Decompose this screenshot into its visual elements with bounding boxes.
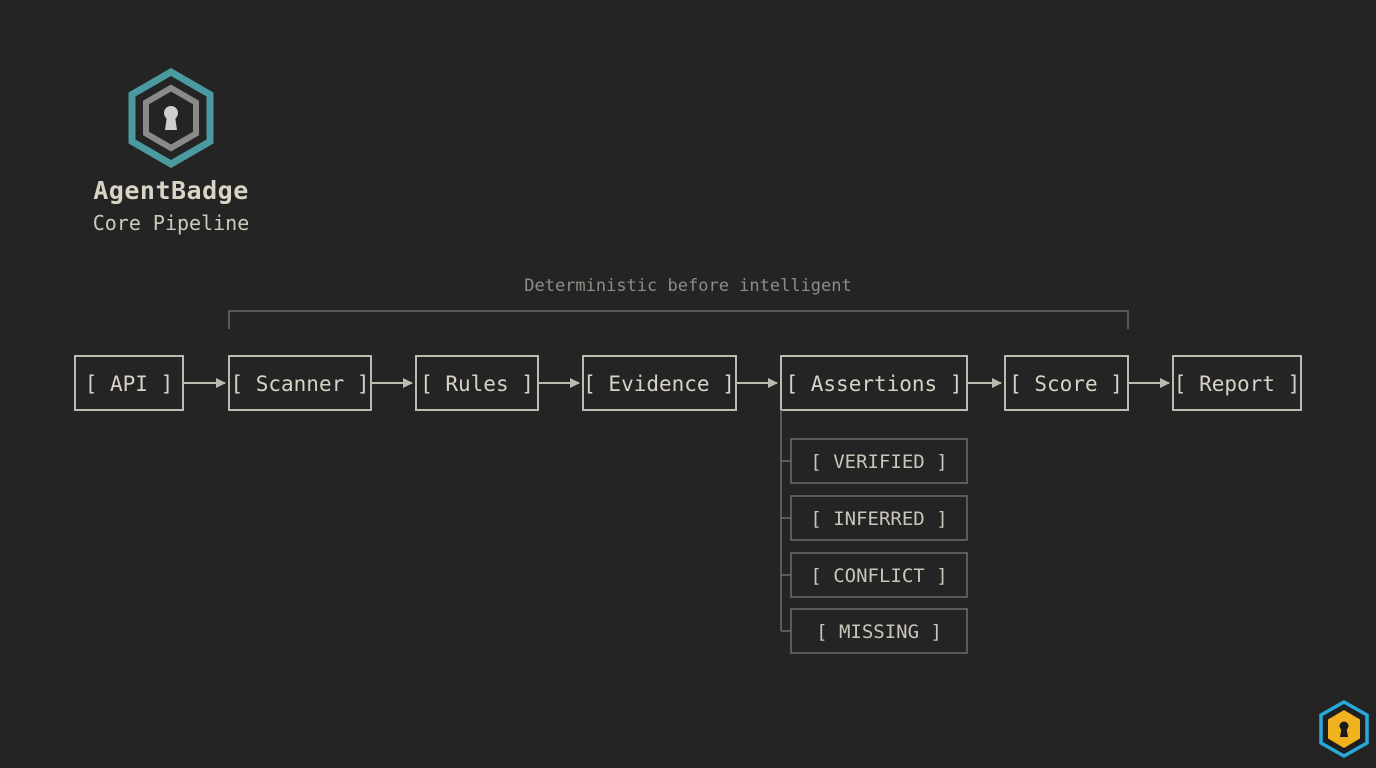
- node-label-score: [ Score ]: [1009, 372, 1123, 396]
- pipeline-node-api: [ API ]: [74, 355, 184, 411]
- state-label-missing: [ MISSING ]: [816, 621, 942, 643]
- pipeline-node-report: [ Report ]: [1172, 355, 1302, 411]
- pipeline-node-score: [ Score ]: [1004, 355, 1129, 411]
- node-label-api: [ API ]: [85, 372, 174, 396]
- pipeline-node-scanner: [ Scanner ]: [228, 355, 372, 411]
- state-label-conflict: [ CONFLICT ]: [810, 565, 947, 587]
- state-label-inferred: [ INFERRED ]: [810, 508, 947, 530]
- diagram-canvas: AgentBadge Core Pipeline Deterministic b…: [0, 0, 1376, 768]
- pipeline-node-evidence: [ Evidence ]: [582, 355, 737, 411]
- state-verified: [ VERIFIED ]: [790, 438, 968, 484]
- state-conflict: [ CONFLICT ]: [790, 552, 968, 598]
- caption-text: Deterministic before intelligent: [524, 276, 852, 296]
- bracket-line: [228, 310, 1129, 329]
- node-label-scanner: [ Scanner ]: [230, 372, 369, 396]
- pipeline-node-assertions: [ Assertions ]: [780, 355, 968, 411]
- pipeline-node-rules: [ Rules ]: [415, 355, 539, 411]
- corner-badge-icon: [1319, 700, 1369, 758]
- node-label-evidence: [ Evidence ]: [583, 372, 735, 396]
- node-label-rules: [ Rules ]: [420, 372, 534, 396]
- assertion-branch-line: [780, 410, 791, 632]
- state-missing: [ MISSING ]: [790, 608, 968, 654]
- state-inferred: [ INFERRED ]: [790, 495, 968, 541]
- node-label-report: [ Report ]: [1174, 372, 1300, 396]
- node-label-assertions: [ Assertions ]: [785, 372, 962, 396]
- pipeline-diagram: Deterministic before intelligent [ API ]…: [74, 276, 1302, 654]
- state-label-verified: [ VERIFIED ]: [810, 451, 947, 473]
